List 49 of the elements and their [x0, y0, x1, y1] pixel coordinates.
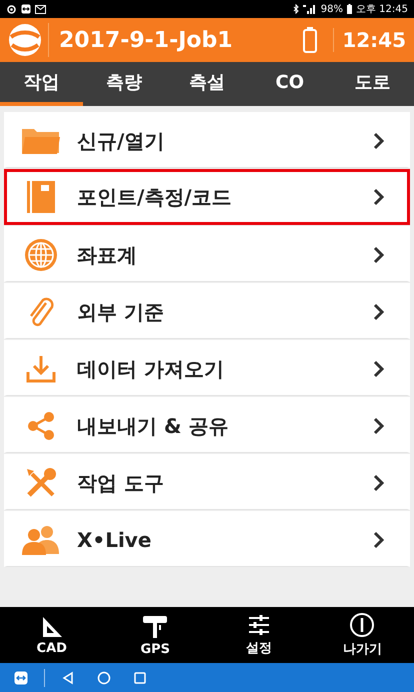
menu-item[interactable]: 데이터 가져오기	[4, 340, 410, 396]
chevron-icon	[373, 246, 385, 264]
tab[interactable]: 작업	[0, 62, 83, 106]
battery-icon	[303, 27, 318, 53]
menu-item[interactable]: 내보내기 & 공유	[4, 397, 410, 453]
toolbar-button[interactable]: 나가기	[310, 607, 414, 663]
power-icon	[349, 612, 376, 638]
signal-icon	[302, 4, 317, 14]
download-icon	[25, 354, 57, 384]
notebook-icon	[26, 180, 56, 214]
chevron-icon	[373, 474, 385, 492]
tab[interactable]: 측량	[82, 62, 166, 106]
tab[interactable]: 도로	[331, 62, 414, 106]
header-time: 12:45	[333, 28, 406, 52]
toolbar-button[interactable]: CAD	[0, 607, 104, 663]
logo-icon[interactable]	[8, 23, 49, 57]
tab[interactable]: CO	[248, 62, 332, 106]
menu-item[interactable]: X•Live	[4, 511, 410, 567]
toolbar-button[interactable]: 설정	[207, 607, 310, 663]
chevron-icon	[373, 417, 385, 435]
recent-apps-icon[interactable]	[133, 670, 147, 684]
chevron-icon	[373, 188, 385, 206]
sliders-icon	[246, 613, 271, 637]
mail-icon	[35, 4, 46, 14]
menu-item[interactable]: 좌표계	[4, 226, 410, 282]
folder-icon	[21, 127, 61, 155]
chevron-icon	[373, 132, 385, 150]
battery-icon	[347, 4, 352, 14]
status-time: 오후 12:45	[356, 3, 408, 16]
menu-item[interactable]: 포인트/측정/코드	[4, 169, 410, 225]
home-icon[interactable]	[97, 670, 111, 684]
chevron-icon	[373, 531, 385, 549]
gps-receiver-icon	[142, 614, 168, 640]
menu-item[interactable]: 신규/열기	[4, 112, 410, 168]
battery-percent: 98%	[320, 4, 343, 14]
toolbar-button[interactable]: GPS	[104, 607, 207, 663]
back-icon[interactable]	[61, 670, 75, 684]
share-icon	[25, 410, 57, 442]
remote-icon	[21, 4, 31, 14]
chevron-icon	[373, 360, 385, 378]
bluetooth-icon	[292, 4, 299, 14]
menu-item[interactable]: 외부 기준	[4, 283, 410, 339]
people-icon	[21, 524, 61, 556]
tab[interactable]: 측설	[166, 62, 248, 106]
job-title: 2017-9-1-Job1	[59, 28, 234, 52]
remote-icon[interactable]	[14, 670, 28, 684]
menu-item[interactable]: 작업 도구	[4, 454, 410, 510]
globe-icon	[23, 237, 59, 273]
chevron-icon	[373, 303, 385, 321]
